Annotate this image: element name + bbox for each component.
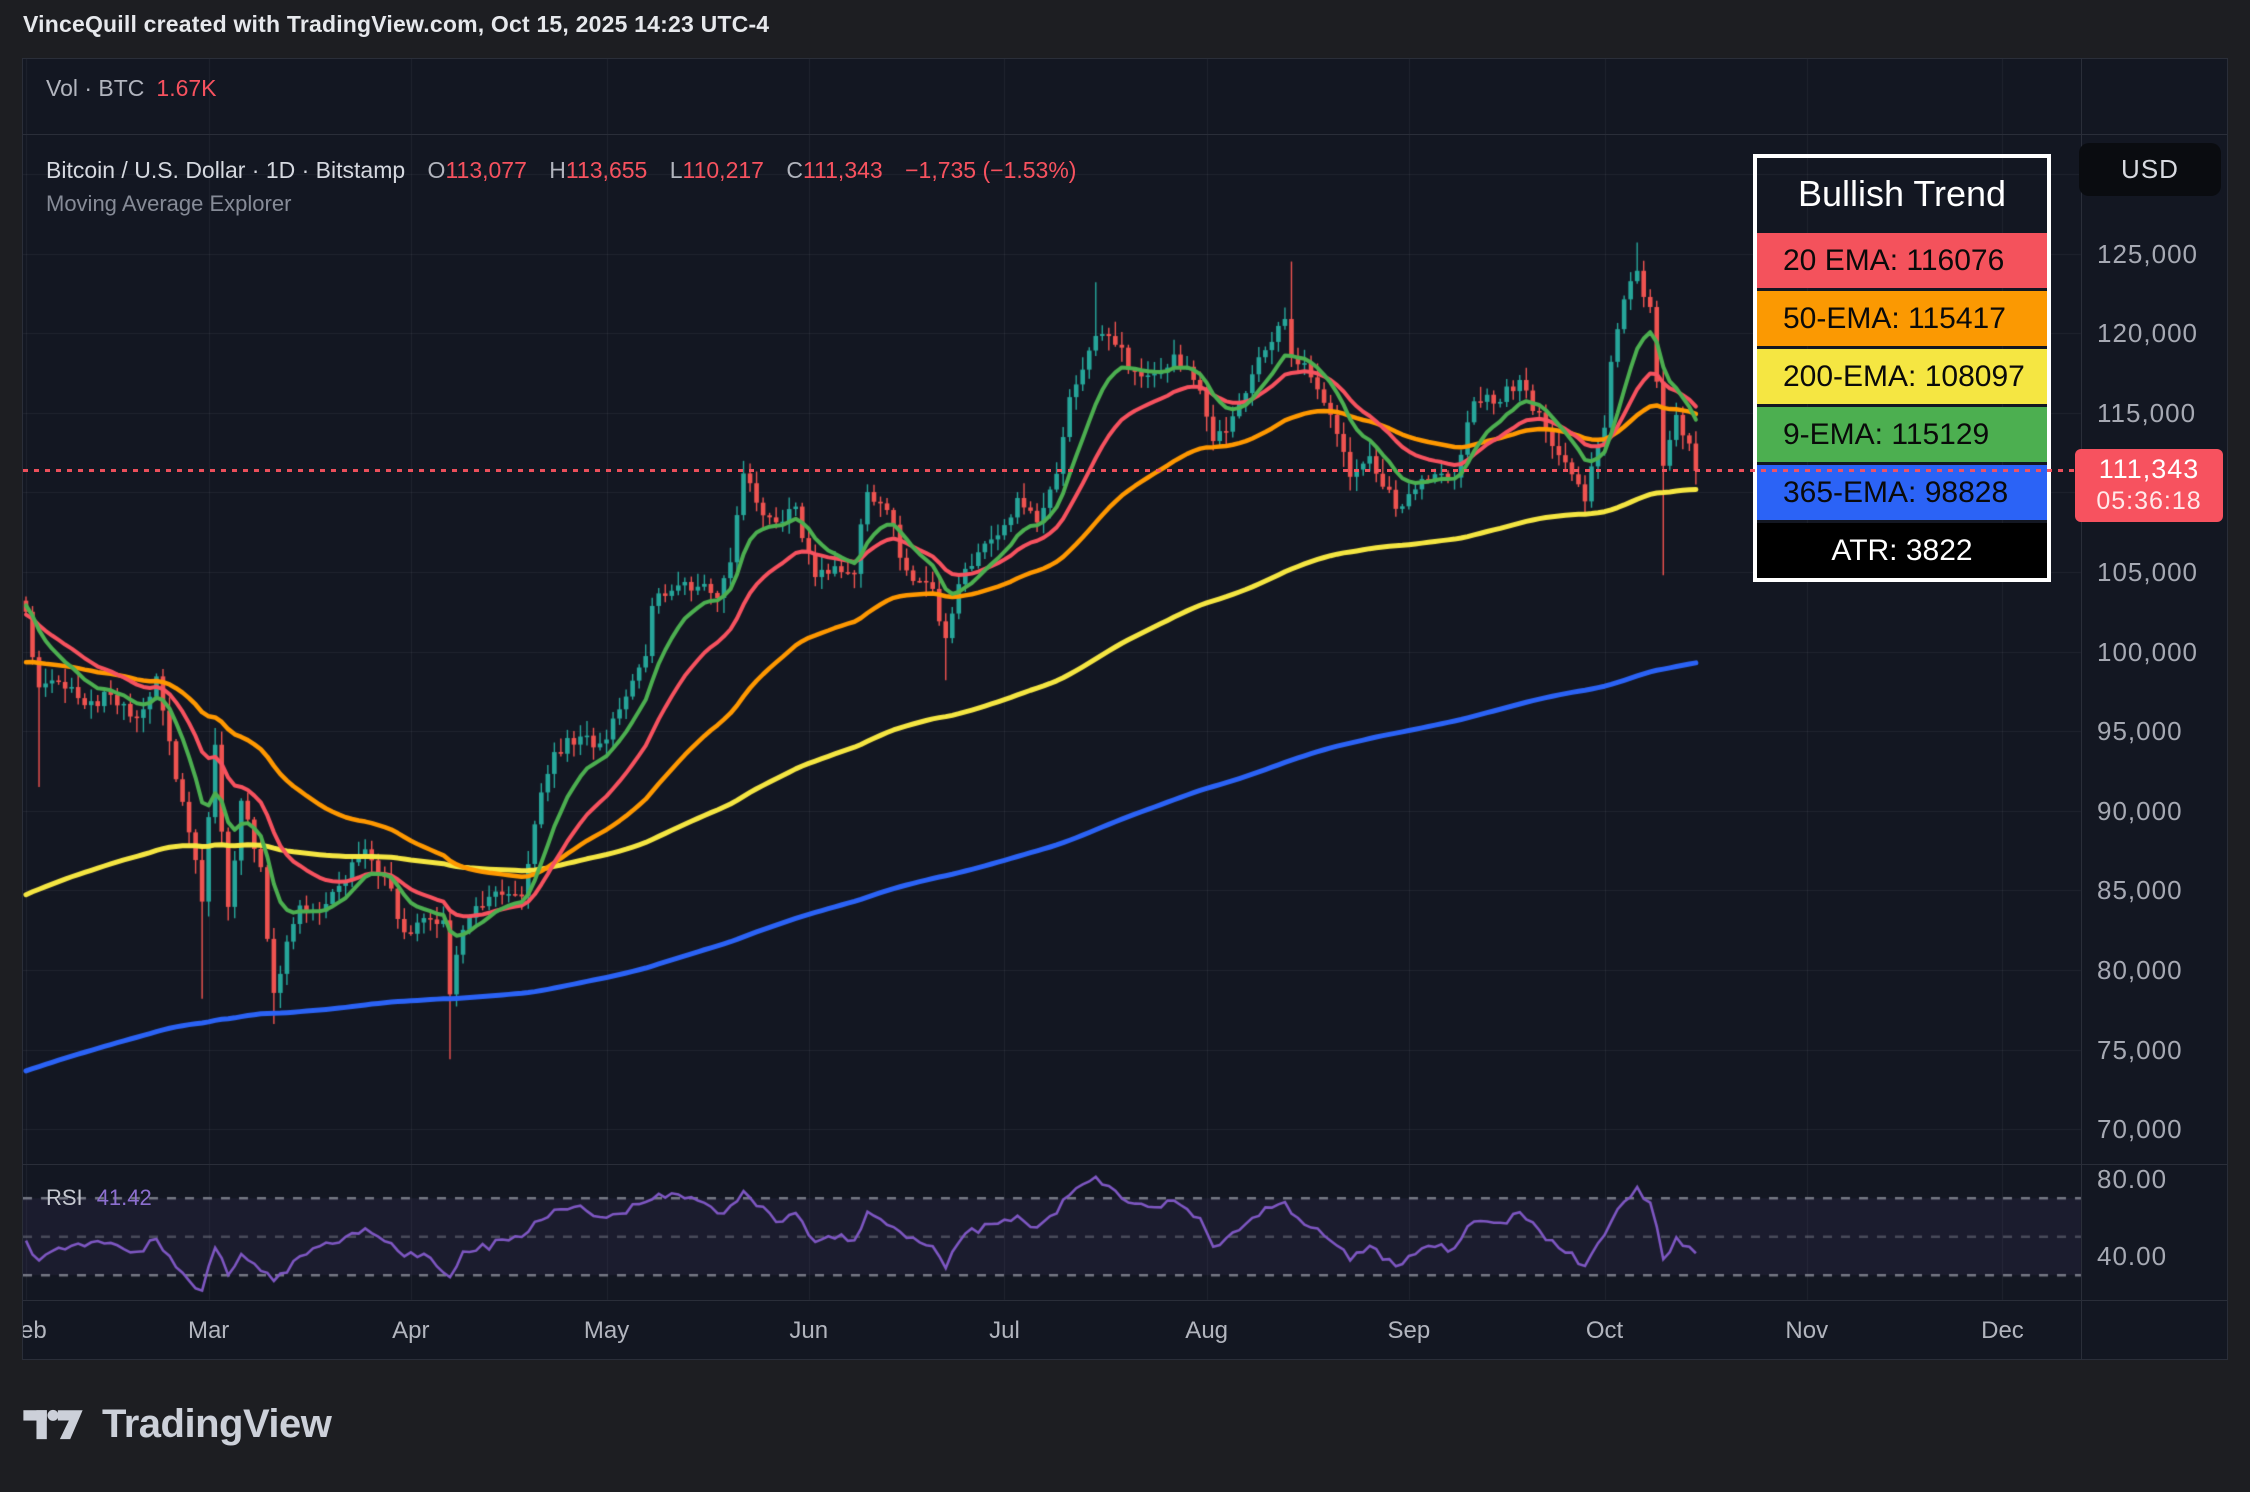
tradingview-brand[interactable]: TradingView (22, 1396, 331, 1452)
trend-legend-title: Bullish Trend (1757, 158, 2047, 230)
bar-countdown: 05:36:18 (2075, 486, 2223, 516)
volume-legend: Vol · BTC 1.67K (46, 75, 217, 102)
chart-frame: Vol · BTC 1.67K Bitcoin / U.S. Dollar · 1… (22, 58, 2228, 1360)
price-tick-105000: 105,000 (2097, 557, 2198, 588)
time-tick-mar: Mar (188, 1317, 229, 1345)
rsi-value: 41.42 (97, 1185, 152, 1210)
price-tick-95000: 95,000 (2097, 716, 2183, 747)
time-tick-jul: Jul (989, 1317, 1020, 1345)
price-axis-separator (2081, 59, 2082, 1360)
time-tick-oct: Oct (1586, 1317, 1623, 1345)
price-tick-115000: 115,000 (2097, 398, 2196, 429)
tradingview-logo-icon (22, 1396, 84, 1452)
price-tick-125000: 125,000 (2097, 239, 2198, 270)
legend-row-1: 50-EMA: 115417 (1757, 291, 2047, 346)
price-tick-120000: 120,000 (2097, 318, 2198, 349)
trend-legend-box: Bullish Trend 20 EMA: 11607650-EMA: 1154… (1753, 154, 2051, 582)
time-tick-aug: Aug (1185, 1317, 1228, 1345)
volume-value: 1.67K (156, 75, 216, 101)
open-label: O (428, 157, 446, 183)
trend-legend-rows: 20 EMA: 11607650-EMA: 115417200-EMA: 108… (1757, 233, 2047, 578)
symbol-title: Bitcoin / U.S. Dollar · 1D · Bitstamp (46, 157, 405, 183)
current-price-line (23, 469, 2081, 472)
price-tick-100000: 100,000 (2097, 637, 2198, 668)
time-tick-jun: Jun (789, 1317, 828, 1345)
high-value: 113,655 (566, 157, 647, 183)
legend-row-3: 9-EMA: 115129 (1757, 407, 2047, 462)
rsi-label: RSI (46, 1185, 83, 1210)
pane-separator-volume[interactable] (23, 134, 2228, 135)
close-value: 111,343 (803, 157, 883, 183)
time-tick-feb: Feb (22, 1317, 47, 1345)
time-tick-dec: Dec (1981, 1317, 2024, 1345)
legend-row-0: 20 EMA: 116076 (1757, 233, 2047, 288)
low-value: 110,217 (683, 157, 764, 183)
indicator-name: Moving Average Explorer (46, 191, 291, 217)
last-price-value: 111,343 (2075, 452, 2223, 486)
price-tick-80000: 80,000 (2097, 955, 2183, 986)
rsi-tick-80: 80.00 (2097, 1164, 2167, 1195)
legend-row-2: 200-EMA: 108097 (1757, 349, 2047, 404)
price-tick-70000: 70,000 (2097, 1114, 2183, 1145)
currency-toggle-button[interactable]: USD (2079, 143, 2221, 196)
price-tick-75000: 75,000 (2097, 1035, 2183, 1066)
time-tick-nov: Nov (1785, 1317, 1828, 1345)
rsi-legend: RSI 41.42 (46, 1185, 152, 1211)
time-tick-apr: Apr (392, 1317, 429, 1345)
time-tick-sep: Sep (1388, 1317, 1431, 1345)
price-tick-85000: 85,000 (2097, 875, 2183, 906)
open-value: 113,077 (445, 157, 526, 183)
time-tick-may: May (584, 1317, 629, 1345)
legend-row-5: ATR: 3822 (1757, 523, 2047, 578)
high-label: H (549, 157, 566, 183)
price-tick-90000: 90,000 (2097, 796, 2183, 827)
volume-label: Vol · BTC (46, 75, 144, 101)
legend-row-4: 365-EMA: 98828 (1757, 465, 2047, 520)
page-title: VinceQuill created with TradingView.com,… (23, 11, 769, 38)
low-label: L (670, 157, 683, 183)
pane-separator-time-axis (23, 1300, 2228, 1301)
pane-separator-rsi[interactable] (23, 1164, 2228, 1165)
change-value: −1,735 (−1.53%) (905, 157, 1076, 183)
close-label: C (786, 157, 803, 183)
last-price-badge[interactable]: 111,343 05:36:18 (2075, 449, 2223, 522)
rsi-tick-40: 40.00 (2097, 1241, 2167, 1272)
tradingview-wordmark: TradingView (102, 1402, 331, 1447)
symbol-ohlc-row: Bitcoin / U.S. Dollar · 1D · Bitstamp O1… (46, 157, 1076, 184)
